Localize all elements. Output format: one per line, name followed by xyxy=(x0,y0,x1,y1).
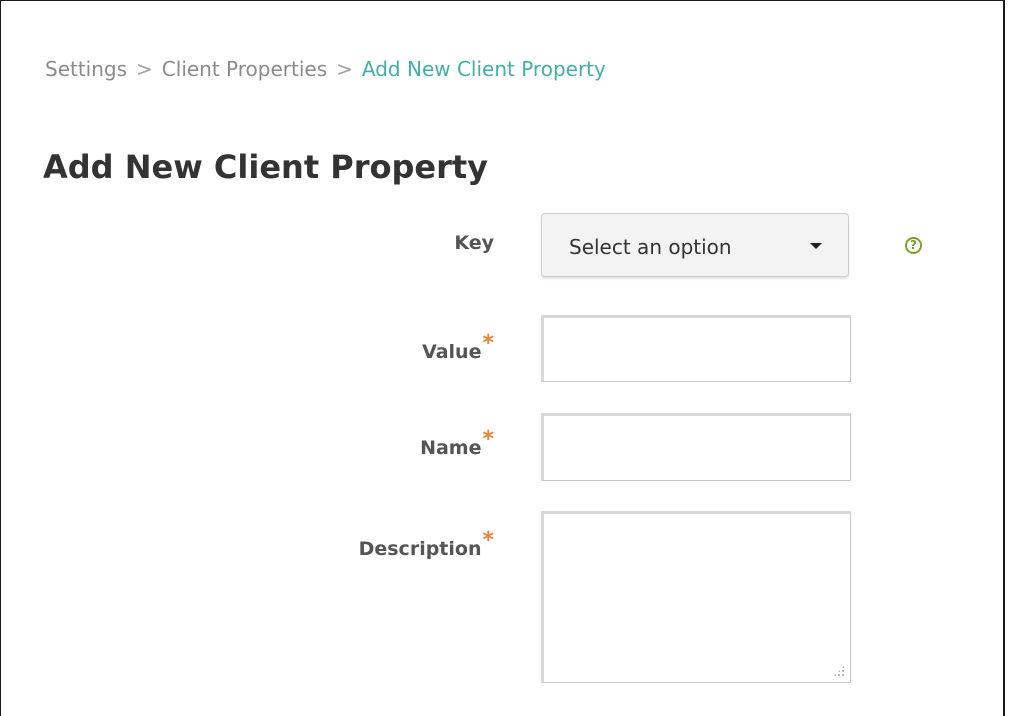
key-label: Key xyxy=(454,232,494,254)
required-asterisk: * xyxy=(482,427,494,452)
description-label: Description* xyxy=(358,528,494,561)
breadcrumb-settings[interactable]: Settings xyxy=(45,57,127,81)
value-label-text: Value xyxy=(422,341,482,363)
description-label-text: Description xyxy=(358,538,482,560)
help-icon[interactable]: ? xyxy=(905,237,922,254)
value-label: Value* xyxy=(422,331,494,364)
name-field[interactable] xyxy=(541,413,851,481)
required-asterisk: * xyxy=(482,331,494,356)
key-select[interactable]: Select an option xyxy=(541,213,849,277)
page-title: Add New Client Property xyxy=(43,148,489,186)
app-frame: Settings > Client Properties > Add New Clien… xyxy=(0,0,1005,716)
breadcrumb: Settings > Client Properties > Add New Clien… xyxy=(45,57,606,81)
description-field[interactable] xyxy=(541,511,851,683)
name-label-text: Name xyxy=(420,437,482,459)
breadcrumb-client-properties[interactable]: Client Properties xyxy=(162,57,327,81)
breadcrumb-separator: > xyxy=(336,57,353,81)
key-select-value: Select an option xyxy=(569,235,732,259)
breadcrumb-separator: > xyxy=(136,57,153,81)
value-field[interactable] xyxy=(541,315,851,382)
caret-down-icon xyxy=(810,243,822,249)
breadcrumb-current: Add New Client Property xyxy=(361,57,606,81)
required-asterisk: * xyxy=(482,528,494,553)
name-label: Name* xyxy=(420,427,494,460)
key-label-text: Key xyxy=(454,232,494,254)
